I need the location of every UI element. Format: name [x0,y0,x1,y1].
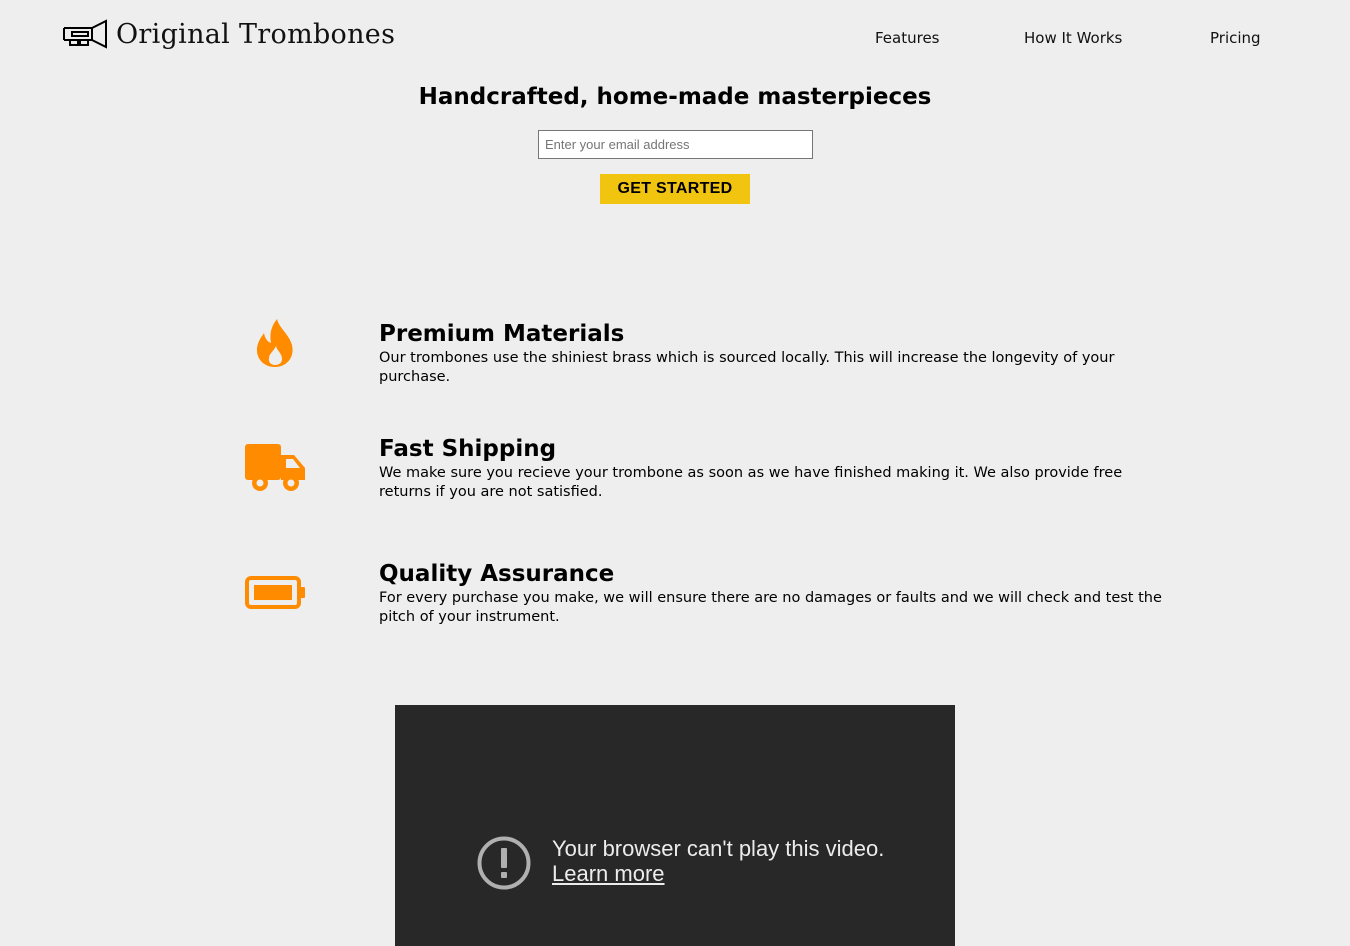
fire-icon [256,319,293,367]
truck-icon [245,444,305,491]
nav-link-pricing[interactable]: Pricing [1210,28,1261,48]
alert-icon [477,836,531,890]
brand-name: Original Trombones [116,19,396,50]
learn-more-link[interactable]: Learn more [552,861,665,887]
hero-title: Handcrafted, home-made masterpieces [418,84,932,110]
video-player[interactable] [395,705,955,946]
trombone-icon [63,19,107,49]
video-error-message: Your browser can't play this video. [552,836,885,861]
feature-description: For every purchase you make, we will ens… [379,590,1162,625]
get-started-button[interactable]: GET STARTED [600,174,750,204]
landing-page: Original Trombones Features How It Works… [0,0,1350,946]
feature-title: Premium Materials [379,321,625,347]
nav-link-features[interactable]: Features [875,28,940,48]
feature-title: Fast Shipping [379,436,557,462]
battery-icon [245,576,305,609]
feature-description: We make sure you recieve your trombone a… [379,465,1123,500]
brand[interactable]: Original Trombones [62,18,395,52]
nav-link-how-it-works[interactable]: How It Works [1024,28,1122,48]
feature-description: Our trombones use the shiniest brass whi… [379,350,1115,385]
feature-title: Quality Assurance [379,561,615,587]
email-input[interactable] [538,130,813,159]
